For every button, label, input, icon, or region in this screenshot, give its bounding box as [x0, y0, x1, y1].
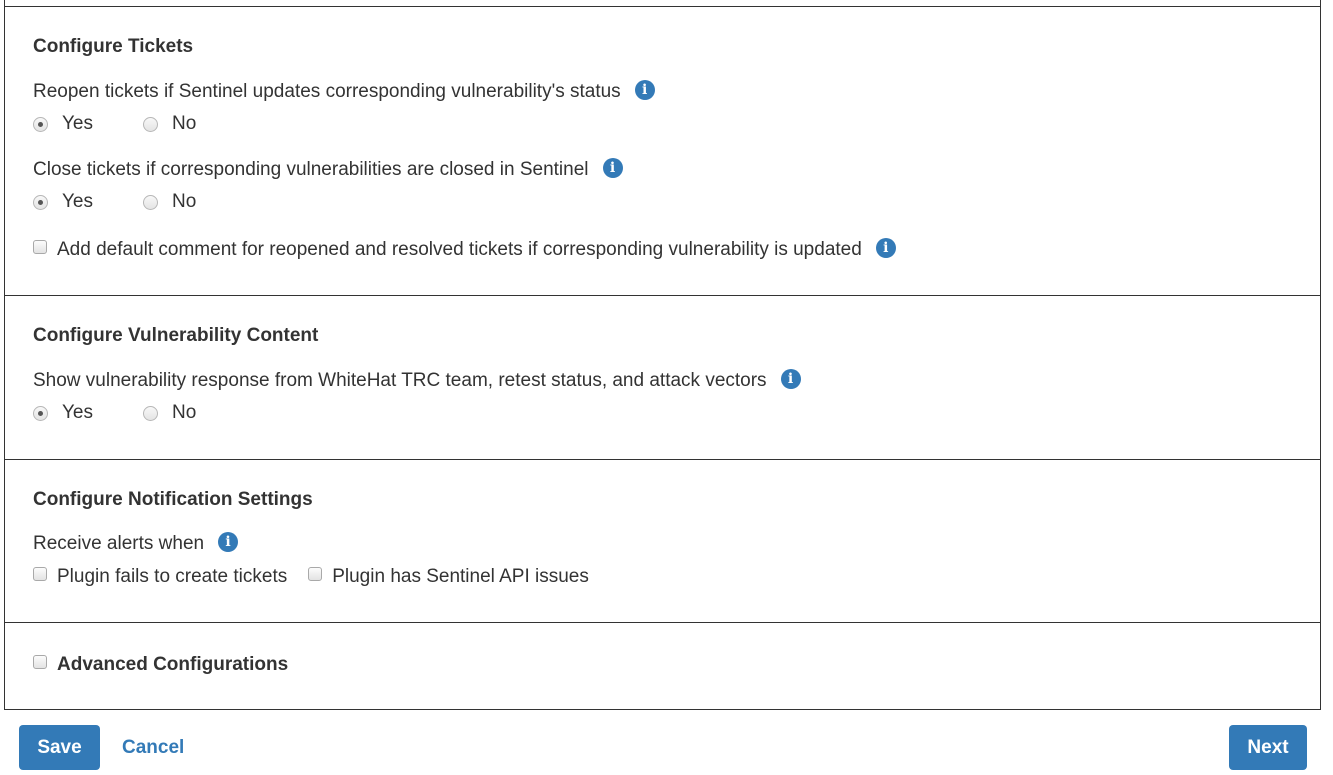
- radio-label: Yes: [62, 113, 93, 134]
- radio-yes[interactable]: [33, 405, 48, 421]
- plugin-fails-label: Plugin fails to create tickets: [57, 566, 288, 587]
- section-title: Configure Notification Settings: [33, 489, 313, 510]
- close-radio-group: Yes No: [33, 191, 246, 213]
- alerts-options-row: Plugin fails to create tickets Plugin ha…: [33, 566, 589, 588]
- radio-label: No: [172, 402, 197, 423]
- close-question: Close tickets if corresponding vulnerabi…: [33, 158, 623, 181]
- close-yes-option[interactable]: Yes: [33, 191, 93, 213]
- radio-label: No: [172, 113, 197, 134]
- radio-label: No: [172, 191, 197, 212]
- advanced-configurations-label: Advanced Configurations: [57, 654, 289, 675]
- api-issues-label: Plugin has Sentinel API issues: [332, 566, 589, 587]
- section-title: Configure Tickets: [33, 36, 194, 57]
- info-icon[interactable]: i: [602, 158, 623, 178]
- api-issues-checkbox[interactable]: [308, 567, 323, 581]
- radio-label: Yes: [62, 191, 93, 212]
- section-title: Configure Vulnerability Content: [33, 325, 319, 346]
- info-icon[interactable]: i: [780, 369, 801, 389]
- configure-tickets-section: Configure Tickets Reopen tickets if Sent…: [4, 6, 1321, 296]
- show-response-question: Show vulnerability response from WhiteHa…: [33, 369, 801, 392]
- advanced-configurations-section: Advanced Configurations: [4, 622, 1321, 710]
- save-button[interactable]: Save: [19, 725, 100, 770]
- advanced-configurations-row: Advanced Configurations: [33, 654, 288, 676]
- next-button[interactable]: Next: [1229, 725, 1307, 770]
- cancel-link[interactable]: Cancel: [122, 737, 184, 759]
- radio-yes[interactable]: [33, 194, 48, 210]
- show-response-radio-group: Yes No: [33, 402, 246, 424]
- info-icon[interactable]: i: [218, 532, 239, 552]
- receive-alerts-question: Receive alerts when i: [33, 532, 239, 555]
- reopen-yes-option[interactable]: Yes: [33, 113, 93, 135]
- close-no-option[interactable]: No: [143, 191, 196, 213]
- default-comment-row: Add default comment for reopened and res…: [33, 238, 896, 261]
- radio-no[interactable]: [143, 194, 158, 210]
- radio-no[interactable]: [143, 405, 158, 421]
- radio-yes[interactable]: [33, 116, 48, 132]
- info-icon[interactable]: i: [634, 80, 655, 100]
- plugin-fails-checkbox[interactable]: [33, 567, 47, 581]
- advanced-configurations-checkbox[interactable]: [33, 655, 47, 669]
- reopen-radio-group: Yes No: [33, 113, 246, 135]
- radio-label: Yes: [62, 402, 93, 423]
- reopen-no-option[interactable]: No: [143, 113, 196, 135]
- show-response-yes-option[interactable]: Yes: [33, 402, 93, 424]
- configure-vulnerability-content-section: Configure Vulnerability Content Show vul…: [4, 295, 1321, 460]
- default-comment-checkbox[interactable]: [33, 240, 47, 254]
- info-icon[interactable]: i: [875, 238, 896, 258]
- show-response-no-option[interactable]: No: [143, 402, 196, 424]
- receive-alerts-label: Receive alerts when: [33, 533, 205, 554]
- radio-no[interactable]: [143, 116, 158, 132]
- configure-notification-settings-section: Configure Notification Settings Receive …: [4, 459, 1321, 623]
- show-response-label: Show vulnerability response from WhiteHa…: [33, 370, 767, 391]
- reopen-label: Reopen tickets if Sentinel updates corre…: [33, 81, 621, 102]
- reopen-question: Reopen tickets if Sentinel updates corre…: [33, 80, 655, 103]
- default-comment-label: Add default comment for reopened and res…: [57, 239, 862, 260]
- close-label: Close tickets if corresponding vulnerabi…: [33, 159, 589, 180]
